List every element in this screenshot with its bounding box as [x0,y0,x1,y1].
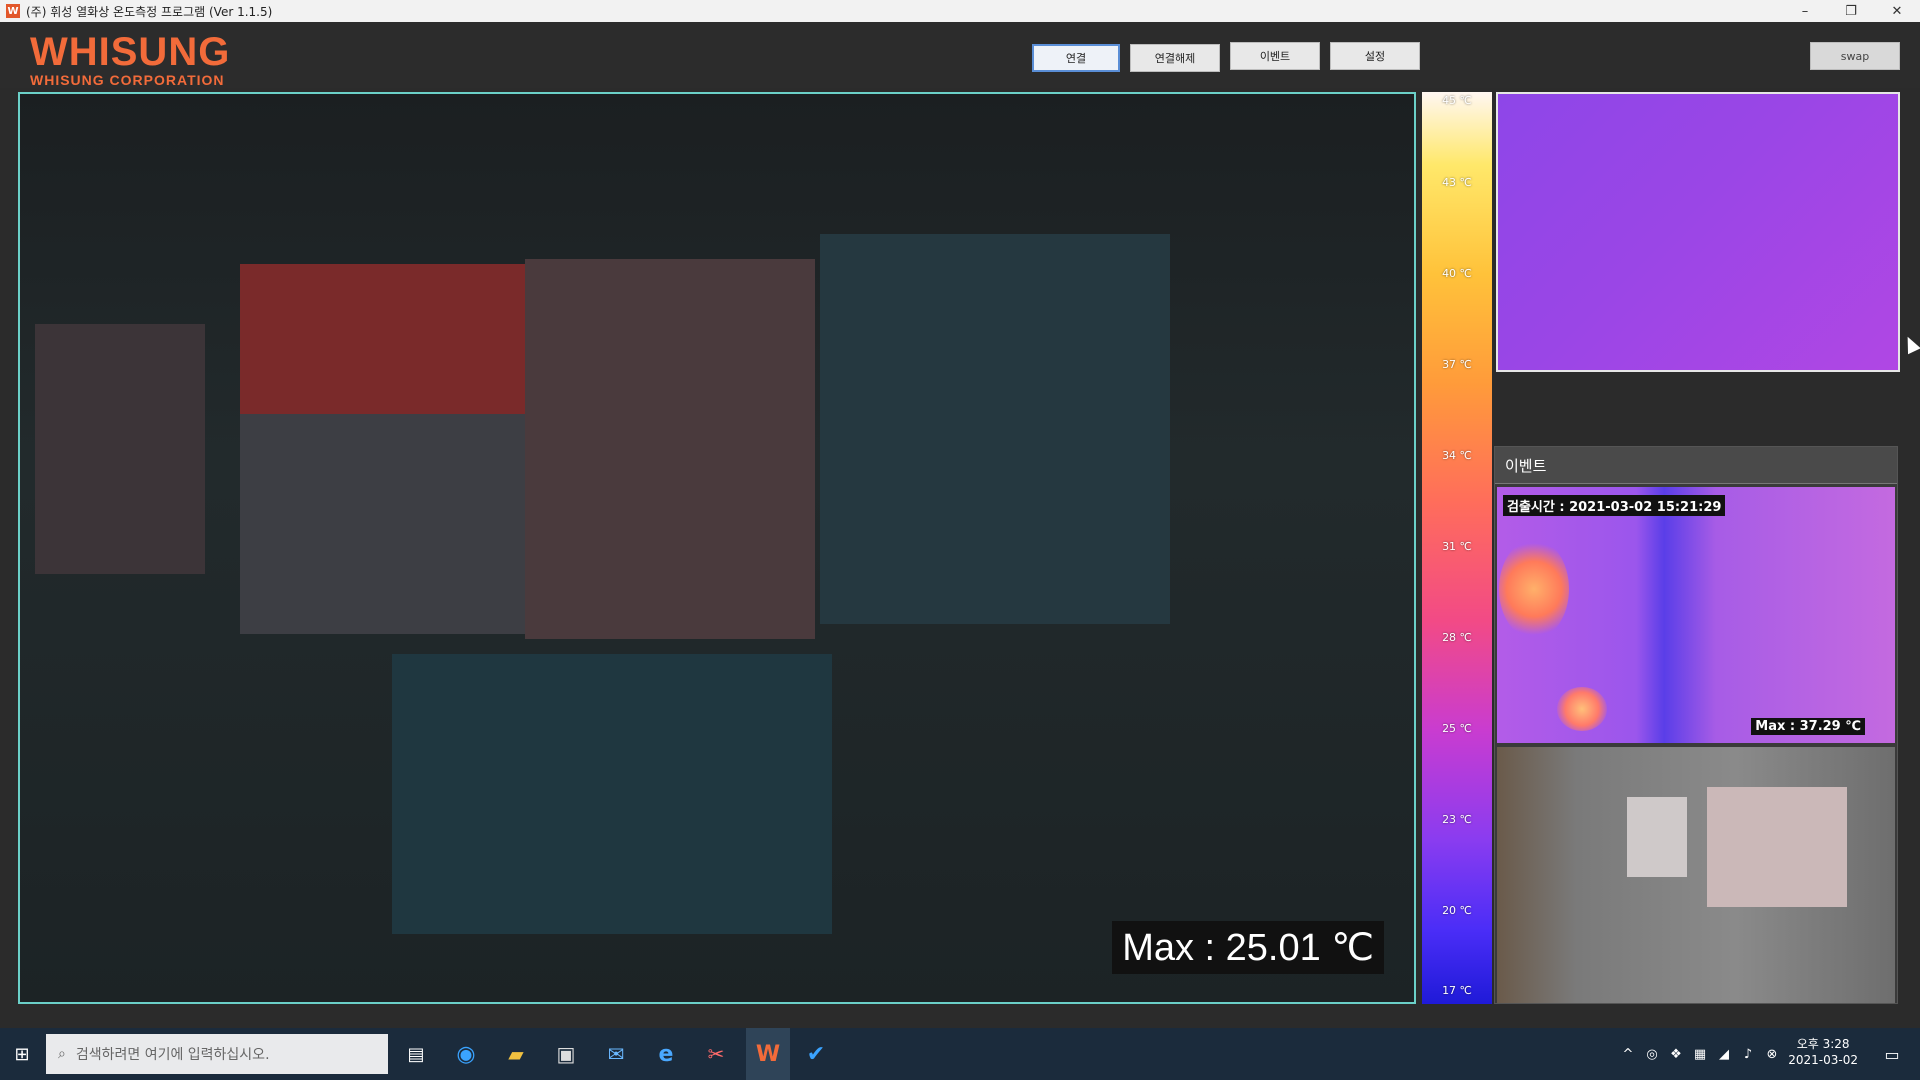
poster-image [240,414,540,634]
window-title: (주) 휘성 열화상 온도측정 프로그램 (Ver 1.1.5) [26,4,273,19]
start-icon[interactable]: ⊞ [0,1028,44,1080]
event-max-temperature: Max : 37.29 ℃ [1751,718,1865,735]
dropbox-icon[interactable]: ❖ [1666,1028,1686,1080]
file-explorer-icon[interactable]: ▰ [496,1028,536,1080]
task-view-icon[interactable]: ▤ [396,1028,436,1080]
scale-tick: 25 ℃ [1442,722,1472,735]
glass-panel [820,234,1170,624]
snipping-tool-icon[interactable]: ✂ [696,1028,736,1080]
app-icon[interactable]: ✔ [796,1028,836,1080]
event-button[interactable]: 이벤트 [1230,42,1320,70]
scale-tick: 40 ℃ [1442,267,1472,280]
poster-image [240,264,540,414]
tray-icon[interactable]: ⊗ [1762,1028,1782,1080]
taskbar-clock[interactable]: 오후 3:28 2021-03-02 [1788,1036,1858,1068]
tray-icon[interactable]: ◎ [1642,1028,1662,1080]
clock-time: 오후 3:28 [1796,1037,1850,1051]
app-icon: W [6,4,20,18]
connect-button[interactable]: 연결 [1032,44,1120,72]
poster-image [525,259,815,639]
disconnect-button[interactable]: 연결해제 [1130,44,1220,72]
cursor-icon [1901,333,1920,355]
poster-image [1707,787,1847,907]
poster-image [1627,797,1687,877]
security-icon[interactable]: ▦ [1690,1028,1710,1080]
taskbar-search-input[interactable]: ⌕ 검색하려면 여기에 입력하십시오. [46,1034,388,1074]
glass-panel [392,654,832,934]
notification-icon[interactable]: ▭ [1872,1028,1912,1080]
scale-tick: 20 ℃ [1442,904,1472,917]
edge-browser-icon[interactable]: ◉ [446,1028,486,1080]
app-header: WHISUNG WHISUNG CORPORATION 연결 연결해제 이벤트 … [0,22,1920,88]
heat-spot [1499,539,1569,639]
poster-image [35,324,205,574]
scale-tick: 31 ℃ [1442,540,1472,553]
scale-tick: 17 ℃ [1442,984,1472,997]
scale-tick: 43 ℃ [1442,176,1472,189]
max-temperature-label: Max : 25.01 ℃ [1112,921,1384,974]
store-icon[interactable]: ▣ [546,1028,586,1080]
network-icon[interactable]: ◢ [1714,1028,1734,1080]
scale-tick: 28 ℃ [1442,631,1472,644]
main-camera-view: Max : 25.01 ℃ [18,92,1416,1004]
event-thermal-image[interactable]: 검출시간 : 2021-03-02 15:21:29 Max : 37.29 ℃ [1497,487,1895,743]
logo-main: WHISUNG [30,30,231,74]
scale-tick: 23 ℃ [1442,813,1472,826]
logo-sub: WHISUNG CORPORATION [30,72,225,88]
close-icon[interactable]: ✕ [1874,0,1920,22]
event-capture-photo[interactable] [1497,747,1895,1003]
search-icon: ⌕ [58,1046,66,1062]
scale-tick: 37 ℃ [1442,358,1472,371]
event-panel: 이벤트 검출시간 : 2021-03-02 15:21:29 Max : 37.… [1494,446,1898,1004]
settings-button[interactable]: 설정 [1330,42,1420,70]
whisung-app-icon[interactable]: W [746,1028,790,1080]
event-panel-title: 이벤트 [1495,447,1897,484]
thermal-live-view [1496,92,1900,372]
window-titlebar: W (주) 휘성 열화상 온도측정 프로그램 (Ver 1.1.5) – ❐ ✕ [0,0,1920,22]
swap-button[interactable]: swap [1810,42,1900,70]
restore-icon[interactable]: ❐ [1828,0,1874,22]
minimize-icon[interactable]: – [1782,0,1828,22]
scale-tick: 45 ℃ [1442,94,1472,107]
search-placeholder: 검색하려면 여기에 입력하십시오. [75,1047,270,1063]
windows-taskbar: ⊞ ⌕ 검색하려면 여기에 입력하십시오. ▤ ◉ ▰ ▣ ✉ e ✂ W ✔ … [0,1028,1920,1080]
heat-spot [1557,687,1607,731]
chevron-up-icon[interactable]: ^ [1618,1028,1638,1080]
volume-icon[interactable]: ♪ [1738,1028,1758,1080]
scale-tick: 34 ℃ [1442,449,1472,462]
mail-icon[interactable]: ✉ [596,1028,636,1080]
brand-logo: WHISUNG WHISUNG CORPORATION [30,32,230,88]
event-detect-time: 검출시간 : 2021-03-02 15:21:29 [1503,495,1726,516]
temperature-scale: 45 ℃ 43 ℃ 40 ℃ 37 ℃ 34 ℃ 31 ℃ 28 ℃ 25 ℃ … [1422,92,1492,1004]
clock-date: 2021-03-02 [1788,1053,1858,1067]
internet-explorer-icon[interactable]: e [646,1028,686,1080]
